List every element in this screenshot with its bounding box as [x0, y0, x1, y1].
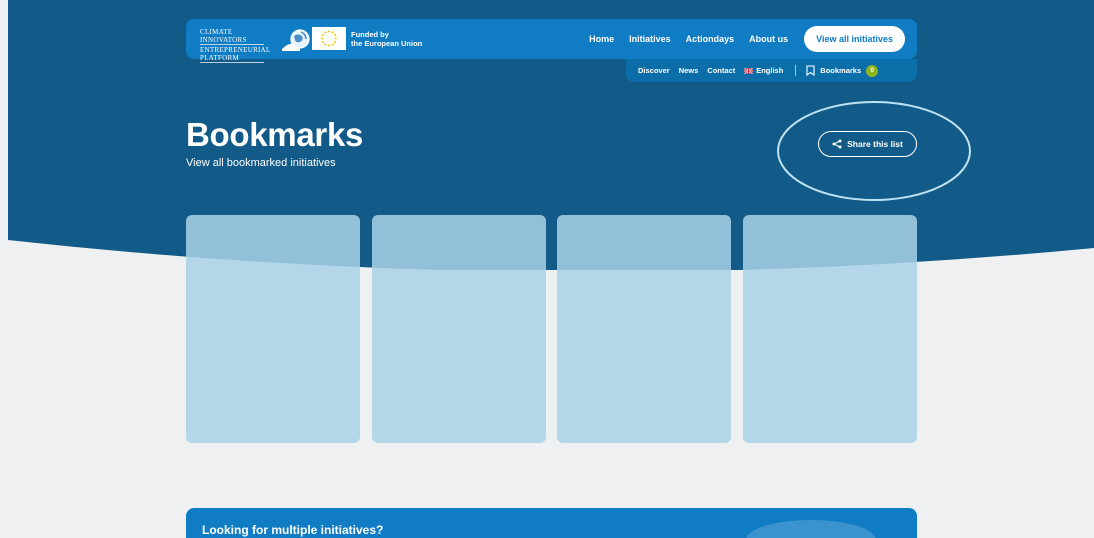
- page-subtitle: View all bookmarked initiatives: [186, 157, 336, 169]
- nav-initiatives[interactable]: Initiatives: [629, 34, 671, 44]
- language-selector[interactable]: English: [744, 66, 783, 75]
- nav-home[interactable]: Home: [589, 34, 614, 44]
- site-logo[interactable]: Climate Innovators Entrepreneurial Platf…: [200, 28, 310, 63]
- share-label: Share this list: [847, 139, 903, 149]
- nav-contact[interactable]: Contact: [707, 66, 735, 75]
- eu-text-line-1: Funded by: [351, 29, 389, 39]
- globe-icon: [282, 29, 310, 51]
- logo-line-2: Entrepreneurial Platform: [200, 46, 271, 63]
- uk-flag-icon: [744, 67, 754, 74]
- bookmarks-label: Bookmarks: [820, 66, 862, 75]
- top-header: Climate Innovators Entrepreneurial Platf…: [186, 19, 917, 63]
- secondary-nav: Discover News Contact English Bookmarks …: [626, 59, 917, 82]
- bookmarks-count-badge: 0: [866, 64, 879, 77]
- share-list-button[interactable]: Share this list: [818, 131, 917, 157]
- eu-funding-logo: Funded by the European Union: [312, 27, 422, 50]
- eu-text-line-2: the European Union: [351, 38, 423, 48]
- banner-text: Looking for multiple initiatives?: [202, 523, 384, 537]
- view-all-initiatives-button[interactable]: View all initiatives: [804, 26, 905, 52]
- initiative-card-placeholder: [186, 215, 360, 443]
- nav-discover[interactable]: Discover: [638, 66, 670, 75]
- initiative-card-placeholder: [743, 215, 917, 443]
- nav-about-us[interactable]: About us: [749, 34, 788, 44]
- page-title: Bookmarks: [186, 116, 364, 153]
- initiative-card-placeholder: [372, 215, 546, 443]
- eu-flag-icon: [312, 27, 346, 50]
- bottom-banner: Looking for multiple initiatives?: [186, 508, 917, 538]
- divider: [795, 65, 797, 76]
- nav-news[interactable]: News: [679, 66, 699, 75]
- main-nav: Home Initiatives Actiondays About us Vie…: [574, 26, 905, 52]
- language-label: English: [756, 66, 784, 75]
- banner-decoration: [746, 520, 876, 538]
- initiative-card-placeholder: [557, 215, 731, 443]
- share-icon: [832, 139, 842, 149]
- bookmark-icon: [806, 65, 815, 76]
- nav-actiondays[interactable]: Actiondays: [686, 34, 735, 44]
- logo-line-1: Climate Innovators: [200, 28, 264, 45]
- bookmarks-link[interactable]: Bookmarks 0: [806, 64, 879, 77]
